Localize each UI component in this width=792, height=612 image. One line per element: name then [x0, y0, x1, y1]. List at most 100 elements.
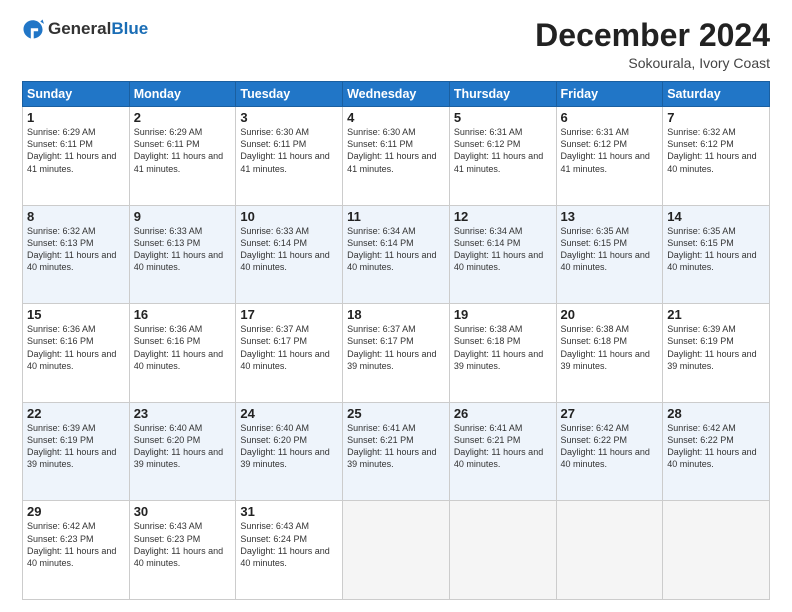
day-info: Sunrise: 6:31 AMSunset: 6:12 PMDaylight:…	[561, 126, 659, 175]
day-info: Sunrise: 6:29 AMSunset: 6:11 PMDaylight:…	[27, 126, 125, 175]
day-number: 8	[27, 209, 125, 224]
header-row: SundayMondayTuesdayWednesdayThursdayFrid…	[23, 82, 770, 107]
day-info: Sunrise: 6:36 AMSunset: 6:16 PMDaylight:…	[134, 323, 232, 372]
calendar-cell: 30Sunrise: 6:43 AMSunset: 6:23 PMDayligh…	[129, 501, 236, 600]
calendar-cell	[343, 501, 450, 600]
day-number: 18	[347, 307, 445, 322]
header: GeneralBlue December 2024 Sokourala, Ivo…	[22, 18, 770, 71]
day-info: Sunrise: 6:39 AMSunset: 6:19 PMDaylight:…	[27, 422, 125, 471]
calendar-cell: 11Sunrise: 6:34 AMSunset: 6:14 PMDayligh…	[343, 205, 450, 304]
calendar-cell: 25Sunrise: 6:41 AMSunset: 6:21 PMDayligh…	[343, 402, 450, 501]
day-number: 1	[27, 110, 125, 125]
day-number: 24	[240, 406, 338, 421]
logo-icon	[22, 18, 44, 40]
day-number: 25	[347, 406, 445, 421]
day-number: 29	[27, 504, 125, 519]
calendar-cell: 18Sunrise: 6:37 AMSunset: 6:17 PMDayligh…	[343, 304, 450, 403]
calendar-cell: 20Sunrise: 6:38 AMSunset: 6:18 PMDayligh…	[556, 304, 663, 403]
day-number: 26	[454, 406, 552, 421]
day-info: Sunrise: 6:34 AMSunset: 6:14 PMDaylight:…	[454, 225, 552, 274]
day-info: Sunrise: 6:33 AMSunset: 6:14 PMDaylight:…	[240, 225, 338, 274]
day-info: Sunrise: 6:34 AMSunset: 6:14 PMDaylight:…	[347, 225, 445, 274]
day-number: 16	[134, 307, 232, 322]
calendar-cell: 15Sunrise: 6:36 AMSunset: 6:16 PMDayligh…	[23, 304, 130, 403]
day-info: Sunrise: 6:41 AMSunset: 6:21 PMDaylight:…	[454, 422, 552, 471]
day-number: 30	[134, 504, 232, 519]
logo-general: GeneralBlue	[48, 19, 148, 39]
calendar-week-1: 1Sunrise: 6:29 AMSunset: 6:11 PMDaylight…	[23, 107, 770, 206]
calendar-cell: 7Sunrise: 6:32 AMSunset: 6:12 PMDaylight…	[663, 107, 770, 206]
day-info: Sunrise: 6:38 AMSunset: 6:18 PMDaylight:…	[561, 323, 659, 372]
day-info: Sunrise: 6:31 AMSunset: 6:12 PMDaylight:…	[454, 126, 552, 175]
page: GeneralBlue December 2024 Sokourala, Ivo…	[0, 0, 792, 612]
calendar-cell: 8Sunrise: 6:32 AMSunset: 6:13 PMDaylight…	[23, 205, 130, 304]
col-header-tuesday: Tuesday	[236, 82, 343, 107]
calendar-cell: 22Sunrise: 6:39 AMSunset: 6:19 PMDayligh…	[23, 402, 130, 501]
day-info: Sunrise: 6:43 AMSunset: 6:24 PMDaylight:…	[240, 520, 338, 569]
day-info: Sunrise: 6:39 AMSunset: 6:19 PMDaylight:…	[667, 323, 765, 372]
calendar-cell: 3Sunrise: 6:30 AMSunset: 6:11 PMDaylight…	[236, 107, 343, 206]
day-number: 17	[240, 307, 338, 322]
day-info: Sunrise: 6:40 AMSunset: 6:20 PMDaylight:…	[134, 422, 232, 471]
calendar-cell: 6Sunrise: 6:31 AMSunset: 6:12 PMDaylight…	[556, 107, 663, 206]
calendar-cell: 23Sunrise: 6:40 AMSunset: 6:20 PMDayligh…	[129, 402, 236, 501]
title-block: December 2024 Sokourala, Ivory Coast	[535, 18, 770, 71]
calendar-cell: 14Sunrise: 6:35 AMSunset: 6:15 PMDayligh…	[663, 205, 770, 304]
col-header-wednesday: Wednesday	[343, 82, 450, 107]
calendar-cell: 31Sunrise: 6:43 AMSunset: 6:24 PMDayligh…	[236, 501, 343, 600]
day-info: Sunrise: 6:42 AMSunset: 6:22 PMDaylight:…	[667, 422, 765, 471]
day-info: Sunrise: 6:38 AMSunset: 6:18 PMDaylight:…	[454, 323, 552, 372]
day-number: 22	[27, 406, 125, 421]
calendar-cell: 28Sunrise: 6:42 AMSunset: 6:22 PMDayligh…	[663, 402, 770, 501]
day-info: Sunrise: 6:32 AMSunset: 6:12 PMDaylight:…	[667, 126, 765, 175]
col-header-sunday: Sunday	[23, 82, 130, 107]
logo-text-block: GeneralBlue	[48, 19, 148, 39]
calendar-cell: 26Sunrise: 6:41 AMSunset: 6:21 PMDayligh…	[449, 402, 556, 501]
day-info: Sunrise: 6:35 AMSunset: 6:15 PMDaylight:…	[561, 225, 659, 274]
logo: GeneralBlue	[22, 18, 148, 40]
col-header-saturday: Saturday	[663, 82, 770, 107]
day-number: 31	[240, 504, 338, 519]
calendar-cell: 10Sunrise: 6:33 AMSunset: 6:14 PMDayligh…	[236, 205, 343, 304]
day-number: 10	[240, 209, 338, 224]
calendar-cell: 13Sunrise: 6:35 AMSunset: 6:15 PMDayligh…	[556, 205, 663, 304]
day-number: 15	[27, 307, 125, 322]
day-number: 13	[561, 209, 659, 224]
col-header-friday: Friday	[556, 82, 663, 107]
day-info: Sunrise: 6:42 AMSunset: 6:22 PMDaylight:…	[561, 422, 659, 471]
calendar-cell	[556, 501, 663, 600]
calendar-table: SundayMondayTuesdayWednesdayThursdayFrid…	[22, 81, 770, 600]
calendar-cell: 2Sunrise: 6:29 AMSunset: 6:11 PMDaylight…	[129, 107, 236, 206]
calendar-cell: 19Sunrise: 6:38 AMSunset: 6:18 PMDayligh…	[449, 304, 556, 403]
calendar-cell: 17Sunrise: 6:37 AMSunset: 6:17 PMDayligh…	[236, 304, 343, 403]
day-number: 7	[667, 110, 765, 125]
day-number: 21	[667, 307, 765, 322]
calendar-week-4: 22Sunrise: 6:39 AMSunset: 6:19 PMDayligh…	[23, 402, 770, 501]
col-header-thursday: Thursday	[449, 82, 556, 107]
calendar-cell: 1Sunrise: 6:29 AMSunset: 6:11 PMDaylight…	[23, 107, 130, 206]
day-info: Sunrise: 6:29 AMSunset: 6:11 PMDaylight:…	[134, 126, 232, 175]
day-info: Sunrise: 6:43 AMSunset: 6:23 PMDaylight:…	[134, 520, 232, 569]
day-info: Sunrise: 6:30 AMSunset: 6:11 PMDaylight:…	[347, 126, 445, 175]
calendar-cell	[449, 501, 556, 600]
day-number: 28	[667, 406, 765, 421]
day-number: 2	[134, 110, 232, 125]
day-number: 20	[561, 307, 659, 322]
calendar-week-3: 15 Sunrise: 6:36 AMSunset: 6:16 PMDayligh…	[23, 304, 770, 403]
day-number: 19	[454, 307, 552, 322]
calendar-cell: 21Sunrise: 6:39 AMSunset: 6:19 PMDayligh…	[663, 304, 770, 403]
day-info: Sunrise: 6:37 AMSunset: 6:17 PMDaylight:…	[347, 323, 445, 372]
calendar-cell: 5Sunrise: 6:31 AMSunset: 6:12 PMDaylight…	[449, 107, 556, 206]
calendar-cell: 27Sunrise: 6:42 AMSunset: 6:22 PMDayligh…	[556, 402, 663, 501]
day-number: 12	[454, 209, 552, 224]
calendar-cell: 12Sunrise: 6:34 AMSunset: 6:14 PMDayligh…	[449, 205, 556, 304]
day-info: Sunrise: 6:30 AMSunset: 6:11 PMDaylight:…	[240, 126, 338, 175]
calendar-week-2: 8Sunrise: 6:32 AMSunset: 6:13 PMDaylight…	[23, 205, 770, 304]
month-title: December 2024	[535, 18, 770, 53]
calendar-cell	[663, 501, 770, 600]
day-info: Sunrise: 6:35 AMSunset: 6:15 PMDaylight:…	[667, 225, 765, 274]
location-title: Sokourala, Ivory Coast	[535, 55, 770, 71]
calendar-week-5: 29Sunrise: 6:42 AMSunset: 6:23 PMDayligh…	[23, 501, 770, 600]
calendar-cell: 29Sunrise: 6:42 AMSunset: 6:23 PMDayligh…	[23, 501, 130, 600]
day-number: 11	[347, 209, 445, 224]
